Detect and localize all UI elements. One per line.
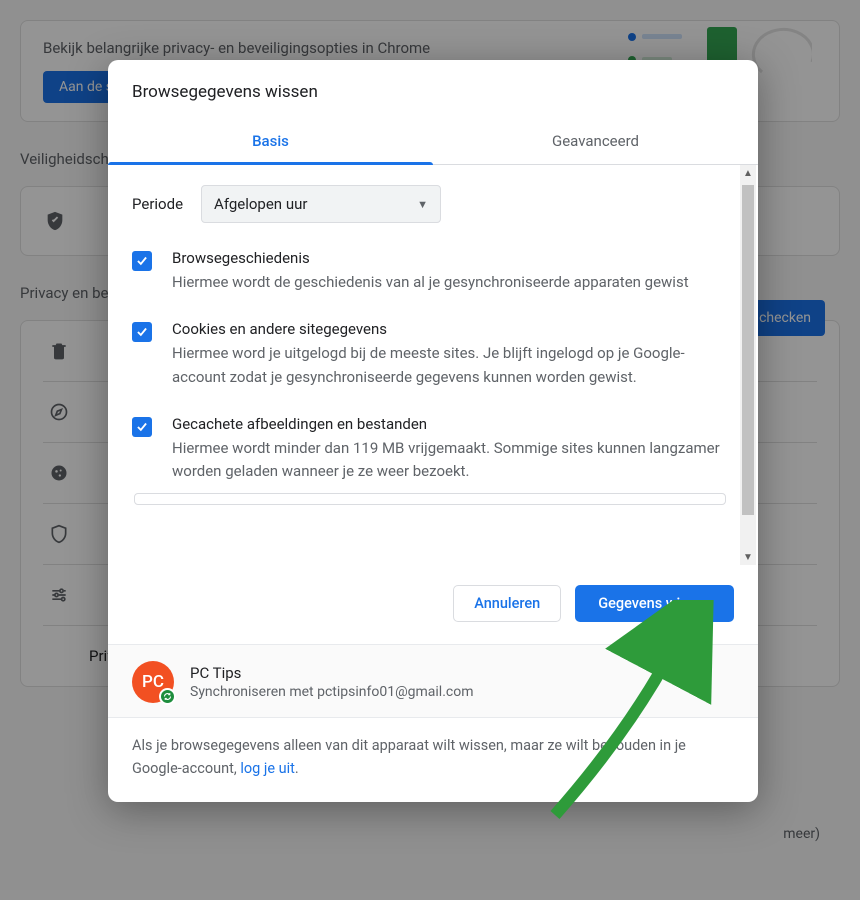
- scroll-down-icon[interactable]: ▼: [740, 549, 756, 565]
- scrollbar-track[interactable]: ▲ ▼: [740, 165, 756, 565]
- dialog-scroll-area: Periode Afgelopen uur ▼ Browsegeschieden…: [108, 165, 758, 565]
- dialog-actions: Annuleren Gegevens wissen: [108, 565, 758, 644]
- sync-badge-icon: [159, 688, 176, 705]
- cancel-button[interactable]: Annuleren: [453, 585, 561, 622]
- chevron-down-icon: ▼: [417, 198, 428, 211]
- option-title: Browsegeschiedenis: [172, 249, 689, 267]
- time-range-row: Periode Afgelopen uur ▼: [132, 185, 728, 223]
- avatar-wrapper: PC: [132, 661, 174, 703]
- option-cookies: Cookies en andere sitegegevens Hiermee w…: [132, 320, 728, 389]
- option-title: Cookies en andere sitegegevens: [172, 320, 724, 338]
- dialog-body: Periode Afgelopen uur ▼ Browsegeschieden…: [108, 165, 758, 565]
- account-row: PC PC Tips Synchroniseren met pctipsinfo…: [108, 644, 758, 717]
- tab-basic[interactable]: Basis: [108, 120, 433, 164]
- option-desc: Hiermee word je uitgelogd bij de meeste …: [172, 342, 724, 389]
- dialog-title: Browsegegevens wissen: [108, 60, 758, 120]
- time-range-value: Afgelopen uur: [214, 195, 307, 213]
- clear-browsing-data-dialog: Browsegegevens wissen Basis Geavanceerd …: [108, 60, 758, 802]
- sign-out-link[interactable]: log je uit: [240, 760, 295, 777]
- account-name: PC Tips: [190, 664, 474, 682]
- scroll-up-icon[interactable]: ▲: [740, 165, 756, 181]
- checkbox-cached[interactable]: [132, 417, 152, 437]
- scrollbar-thumb[interactable]: [742, 185, 754, 515]
- account-sync-status: Synchroniseren met pctipsinfo01@gmail.co…: [190, 684, 474, 700]
- footnote: Als je browsegegevens alleen van dit app…: [108, 717, 758, 802]
- option-browsing-history: Browsegeschiedenis Hiermee wordt de gesc…: [132, 249, 728, 294]
- footnote-text-post: .: [295, 760, 299, 777]
- time-range-select[interactable]: Afgelopen uur ▼: [201, 185, 441, 223]
- dialog-tabs: Basis Geavanceerd: [108, 120, 758, 165]
- checkbox-cookies[interactable]: [132, 322, 152, 342]
- option-desc: Hiermee wordt de geschiedenis van al je …: [172, 271, 689, 294]
- option-cached: Gecachete afbeeldingen en bestanden Hier…: [132, 415, 728, 484]
- option-title: Gecachete afbeeldingen en bestanden: [172, 415, 724, 433]
- option-desc: Hiermee wordt minder dan 119 MB vrijgema…: [172, 437, 724, 484]
- clear-data-button[interactable]: Gegevens wissen: [575, 585, 734, 622]
- partial-box: [134, 493, 726, 505]
- tab-advanced[interactable]: Geavanceerd: [433, 120, 758, 164]
- footnote-text-pre: Als je browsegegevens alleen van dit app…: [132, 737, 686, 777]
- time-range-label: Periode: [132, 195, 183, 213]
- checkbox-browsing-history[interactable]: [132, 251, 152, 271]
